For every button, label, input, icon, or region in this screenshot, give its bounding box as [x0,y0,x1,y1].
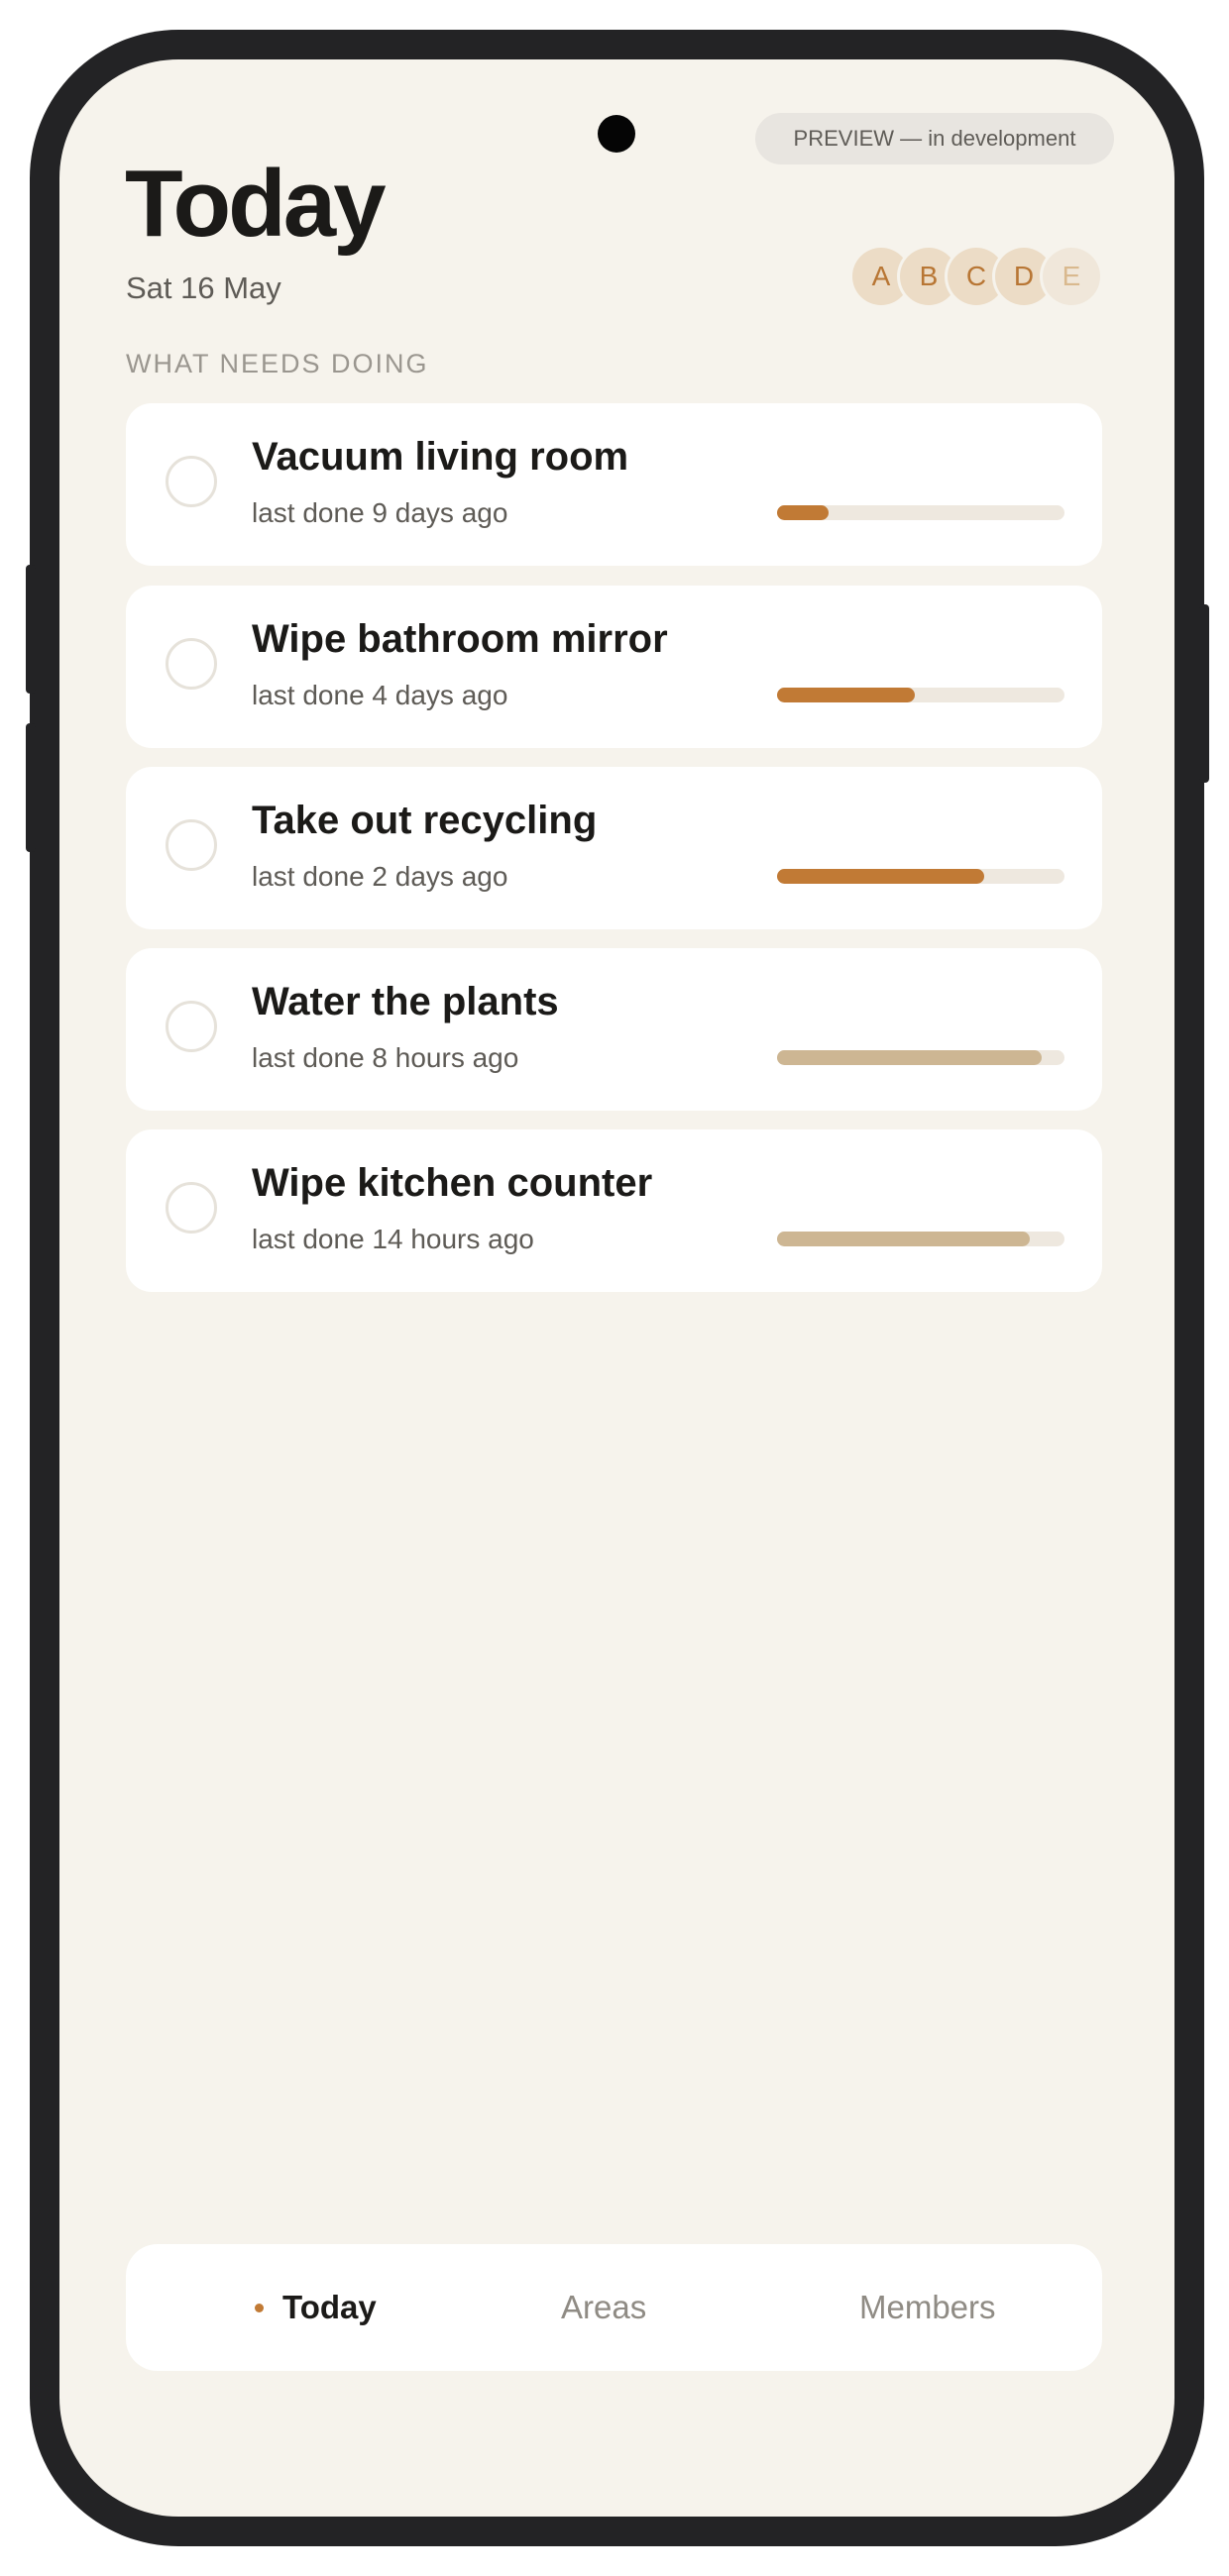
task-progress-fill [777,1050,1042,1065]
nav-tab-areas[interactable]: Areas [561,2244,646,2371]
section-label: WHAT NEEDS DOING [126,349,429,378]
task-title: Water the plants [252,980,559,1023]
task-title: Vacuum living room [252,435,629,479]
page-title: Today [125,151,387,257]
task-card[interactable]: Vacuum living room last done 9 days ago [126,403,1102,566]
page-date: Sat 16 May [126,270,281,305]
task-title: Wipe kitchen counter [252,1161,653,1205]
task-checkbox[interactable] [166,638,217,690]
task-progress-track [777,505,1064,520]
task-card[interactable]: Wipe bathroom mirror last done 4 days ag… [126,586,1102,748]
task-progress-fill [777,1232,1031,1246]
nav-tab-members[interactable]: Members [859,2244,996,2371]
task-progress-fill [777,505,830,520]
task-title: Wipe bathroom mirror [252,617,668,661]
avatar[interactable]: E [1043,248,1100,305]
app-screen: PREVIEW — in development Today Sat 16 Ma… [59,59,1174,2517]
task-last-done: last done 8 hours ago [252,1042,519,1073]
task-progress-track [777,869,1064,884]
task-last-done: last done 2 days ago [252,861,508,892]
task-checkbox[interactable] [166,1001,217,1052]
task-last-done: last done 14 hours ago [252,1224,534,1254]
volume-up-button [26,565,36,694]
task-last-done: last done 9 days ago [252,497,508,528]
task-title: Take out recycling [252,799,598,842]
power-button [1199,604,1209,783]
task-progress-track [777,1050,1064,1065]
active-dot-icon [255,2304,264,2312]
nav-tab-today[interactable]: Today [282,2244,377,2371]
volume-down-button [26,723,36,852]
task-checkbox[interactable] [166,819,217,871]
task-card[interactable]: Wipe kitchen counter last done 14 hours … [126,1129,1102,1292]
preview-badge: PREVIEW — in development [755,113,1114,164]
task-last-done: last done 4 days ago [252,680,508,710]
task-card[interactable]: Water the plants last done 8 hours ago [126,948,1102,1111]
task-checkbox[interactable] [166,456,217,507]
task-checkbox[interactable] [166,1182,217,1234]
task-progress-fill [777,869,984,884]
task-progress-fill [777,688,916,702]
bottom-nav: Today Areas Members [126,2244,1102,2371]
task-progress-track [777,1232,1064,1246]
camera-dot-icon [598,115,635,153]
task-card[interactable]: Take out recycling last done 2 days ago [126,767,1102,929]
task-progress-track [777,688,1064,702]
